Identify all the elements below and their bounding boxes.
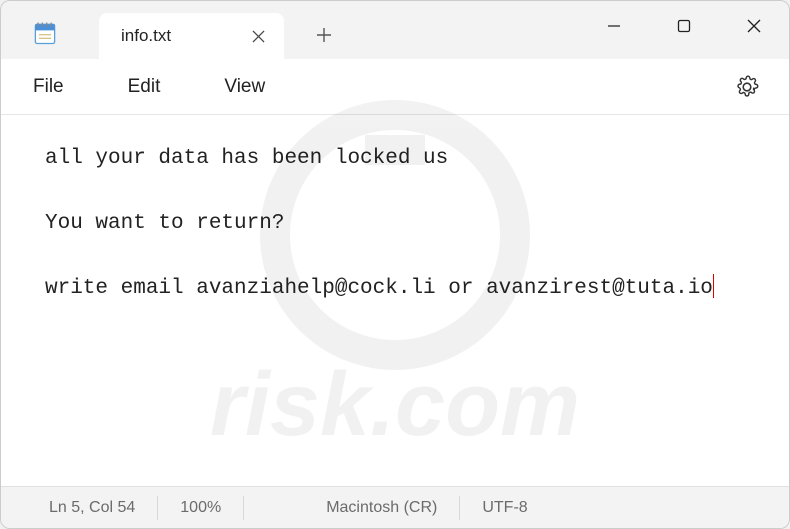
status-position: Ln 5, Col 54 — [19, 496, 158, 520]
notepad-icon — [31, 19, 59, 47]
gear-icon — [735, 75, 759, 99]
tab-title: info.txt — [121, 26, 171, 46]
status-encoding: UTF-8 — [460, 496, 549, 520]
close-icon — [746, 18, 762, 34]
tab-active[interactable]: info.txt — [99, 13, 284, 59]
minimize-button[interactable] — [579, 1, 649, 51]
tab-strip: info.txt — [99, 1, 344, 59]
editor-line-1: all your data has been locked us — [45, 147, 448, 170]
settings-button[interactable] — [729, 69, 765, 105]
tab-close-button[interactable] — [246, 24, 270, 48]
minimize-icon — [606, 18, 622, 34]
close-icon — [252, 30, 265, 43]
menubar: File Edit View — [1, 59, 789, 115]
maximize-icon — [677, 19, 691, 33]
close-window-button[interactable] — [719, 1, 789, 51]
text-cursor — [713, 274, 715, 298]
text-editor[interactable]: all your data has been locked us You wan… — [1, 115, 789, 486]
app-icon — [31, 19, 59, 47]
menu-file[interactable]: File — [25, 70, 72, 104]
editor-line-3: write email avanziahelp@cock.li or avanz… — [45, 277, 713, 300]
window-controls — [579, 1, 789, 51]
notepad-window: info.txt — [0, 0, 790, 529]
editor-line-2: You want to return? — [45, 212, 284, 235]
statusbar: Ln 5, Col 54 100% Macintosh (CR) UTF-8 — [1, 486, 789, 528]
plus-icon — [316, 27, 332, 43]
titlebar: info.txt — [1, 1, 789, 59]
status-line-ending: Macintosh (CR) — [304, 496, 460, 520]
maximize-button[interactable] — [649, 1, 719, 51]
menu-view[interactable]: View — [216, 70, 273, 104]
menu-edit[interactable]: Edit — [120, 70, 169, 104]
new-tab-button[interactable] — [304, 15, 344, 55]
status-zoom[interactable]: 100% — [158, 496, 244, 520]
